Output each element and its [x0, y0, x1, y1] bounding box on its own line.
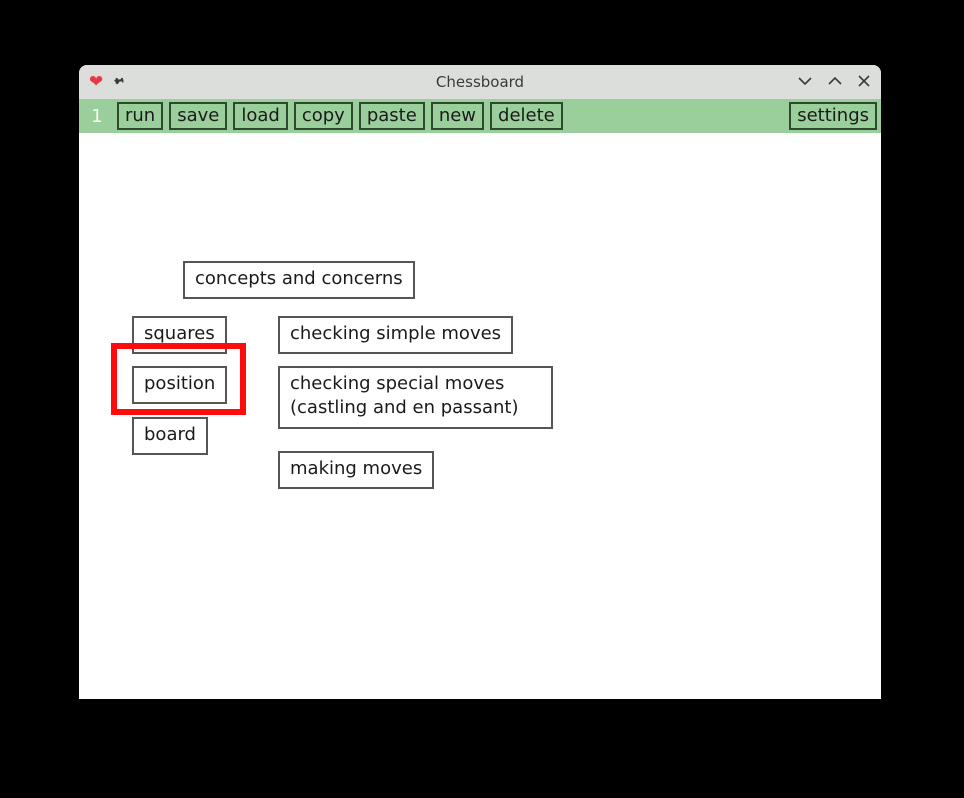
node-check-special[interactable]: checking special moves (castling and en … [278, 366, 553, 429]
pin-icon[interactable] [108, 72, 128, 93]
minimize-icon[interactable] [797, 73, 813, 92]
window-controls [797, 73, 871, 92]
node-label: concepts and concerns [195, 268, 403, 289]
node-concepts[interactable]: concepts and concerns [183, 261, 415, 299]
paste-button[interactable]: paste [359, 102, 425, 130]
copy-button[interactable]: copy [294, 102, 353, 130]
node-making-moves[interactable]: making moves [278, 451, 434, 489]
close-icon[interactable] [857, 74, 871, 91]
app-window: ❤ Chessboard 1 run save load copy paste … [79, 65, 881, 699]
new-button[interactable]: new [431, 102, 484, 130]
window-title: Chessboard [79, 73, 881, 91]
heart-icon[interactable]: ❤ [89, 74, 103, 91]
node-squares[interactable]: squares [132, 316, 227, 354]
node-label-line2: (castling and en passant) [290, 397, 518, 418]
titlebar: ❤ Chessboard [79, 65, 881, 99]
delete-button[interactable]: delete [490, 102, 563, 130]
maximize-icon[interactable] [827, 73, 843, 92]
node-board[interactable]: board [132, 417, 208, 455]
run-button[interactable]: run [117, 102, 163, 130]
node-label: checking simple moves [290, 323, 501, 344]
titlebar-left: ❤ [89, 74, 124, 91]
canvas[interactable]: concepts and concerns squares position b… [79, 133, 881, 699]
node-label: squares [144, 323, 215, 344]
node-label: making moves [290, 458, 422, 479]
toolbar: 1 run save load copy paste new delete se… [79, 99, 881, 133]
node-check-simple[interactable]: checking simple moves [278, 316, 513, 354]
toolbar-index: 1 [83, 106, 111, 127]
node-label: board [144, 424, 196, 445]
node-label: position [144, 373, 215, 394]
settings-button[interactable]: settings [789, 102, 877, 130]
load-button[interactable]: load [233, 102, 287, 130]
node-position[interactable]: position [132, 366, 227, 404]
save-button[interactable]: save [169, 102, 227, 130]
node-label-line1: checking special moves [290, 373, 504, 394]
